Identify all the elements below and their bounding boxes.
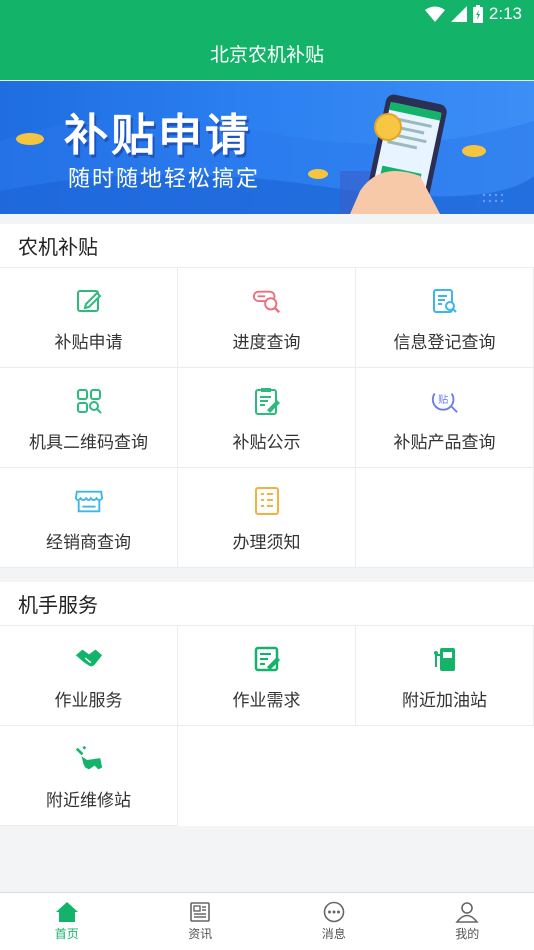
grid-item-label: 信息登记查询 <box>393 333 496 353</box>
grid-item-subsidy-apply[interactable]: 补贴申请 <box>0 268 178 368</box>
status-time: 2:13 <box>488 4 522 23</box>
gas-station-icon <box>430 644 460 674</box>
grid-item-label: 附近加油站 <box>402 691 487 711</box>
grid-item-dealer-query[interactable]: 经销商查询 <box>0 468 178 568</box>
grid-item-label: 补贴申请 <box>54 333 123 353</box>
bottom-tab-bar: 首页 资讯 消息 我的 <box>0 892 534 950</box>
grid-item-progress-query[interactable]: 进度查询 <box>178 268 356 368</box>
tab-label: 我的 <box>455 927 480 941</box>
status-icons: 2:13 <box>424 4 522 24</box>
clipboard-edit-icon <box>252 386 282 416</box>
section-operator-service: 机手服务 作业服务 作业需求 附近加油站 附近维修站 <box>0 582 534 826</box>
wifi-icon <box>424 6 445 22</box>
banner-title: 补贴申请 <box>64 110 252 161</box>
grid-item-label: 附近维修站 <box>46 791 131 811</box>
subsidy-grid: 补贴申请 进度查询 信息登记查询 机具二维码查询 补贴公示 贴 补贴产品查询 经… <box>0 268 534 568</box>
message-icon <box>323 901 345 923</box>
svg-text:贴: 贴 <box>437 393 447 406</box>
grid-item-qrcode-query[interactable]: 机具二维码查询 <box>0 368 178 468</box>
store-icon <box>74 486 104 516</box>
grid-item-label: 补贴公示 <box>232 433 301 453</box>
grid-item-label: 机具二维码查询 <box>29 433 148 453</box>
status-bar: 2:13 <box>0 0 534 28</box>
grid-item-label: 进度查询 <box>232 333 301 353</box>
grid-item-gas-station[interactable]: 附近加油站 <box>356 626 534 726</box>
grid-item-work-demand[interactable]: 作业需求 <box>178 626 356 726</box>
grid-item-guide[interactable]: 办理须知 <box>178 468 356 568</box>
grid-item-info-query[interactable]: 信息登记查询 <box>356 268 534 368</box>
grid-item-label: 补贴产品查询 <box>393 433 496 453</box>
app-title: 北京农机补贴 <box>209 44 324 66</box>
grid-item-label: 作业服务 <box>54 691 123 711</box>
tab-home[interactable]: 首页 <box>0 893 134 950</box>
grid-item-subsidy-notice[interactable]: 补贴公示 <box>178 368 356 468</box>
grid-item-label: 经销商查询 <box>46 533 131 553</box>
tab-label: 资讯 <box>188 927 213 941</box>
tab-messages[interactable]: 消息 <box>267 893 401 950</box>
section-subsidy: 农机补贴 补贴申请 进度查询 信息登记查询 机具二维码查询 补贴公示 贴 补贴产… <box>0 224 534 568</box>
signal-icon <box>450 6 467 22</box>
edit-icon <box>74 286 104 316</box>
grid-item-work-service[interactable]: 作业服务 <box>0 626 178 726</box>
news-icon <box>190 902 211 922</box>
tab-label: 首页 <box>54 927 79 941</box>
grid-item-product-query[interactable]: 贴 补贴产品查询 <box>356 368 534 468</box>
app-header: 2:13 北京农机补贴 <box>0 0 534 80</box>
grid-empty-cell <box>356 468 534 568</box>
service-grid: 作业服务 作业需求 附近加油站 附近维修站 <box>0 626 534 826</box>
requirement-icon <box>252 644 282 674</box>
repair-icon <box>74 744 104 774</box>
document-search-icon <box>430 286 460 316</box>
battery-icon <box>472 5 483 23</box>
tab-news[interactable]: 资讯 <box>134 893 268 950</box>
banner[interactable]: 补贴申请 随时随地轻松搞定 <box>0 81 534 214</box>
home-icon <box>55 902 78 922</box>
grid-item-repair-station[interactable]: 附近维修站 <box>0 726 178 826</box>
qrcode-search-icon <box>74 386 104 416</box>
user-icon <box>455 902 479 923</box>
grid-item-label: 办理须知 <box>232 533 301 553</box>
grid-item-label: 作业需求 <box>232 691 301 711</box>
section-title: 机手服务 <box>0 582 534 626</box>
progress-search-icon <box>252 286 282 316</box>
tab-mine[interactable]: 我的 <box>401 893 534 950</box>
handshake-icon <box>74 644 104 674</box>
tab-label: 消息 <box>321 927 346 941</box>
banner-subtitle: 随时随地轻松搞定 <box>68 167 261 192</box>
product-search-icon: 贴 <box>430 386 460 416</box>
section-title: 农机补贴 <box>0 224 534 268</box>
notice-icon <box>252 486 282 516</box>
